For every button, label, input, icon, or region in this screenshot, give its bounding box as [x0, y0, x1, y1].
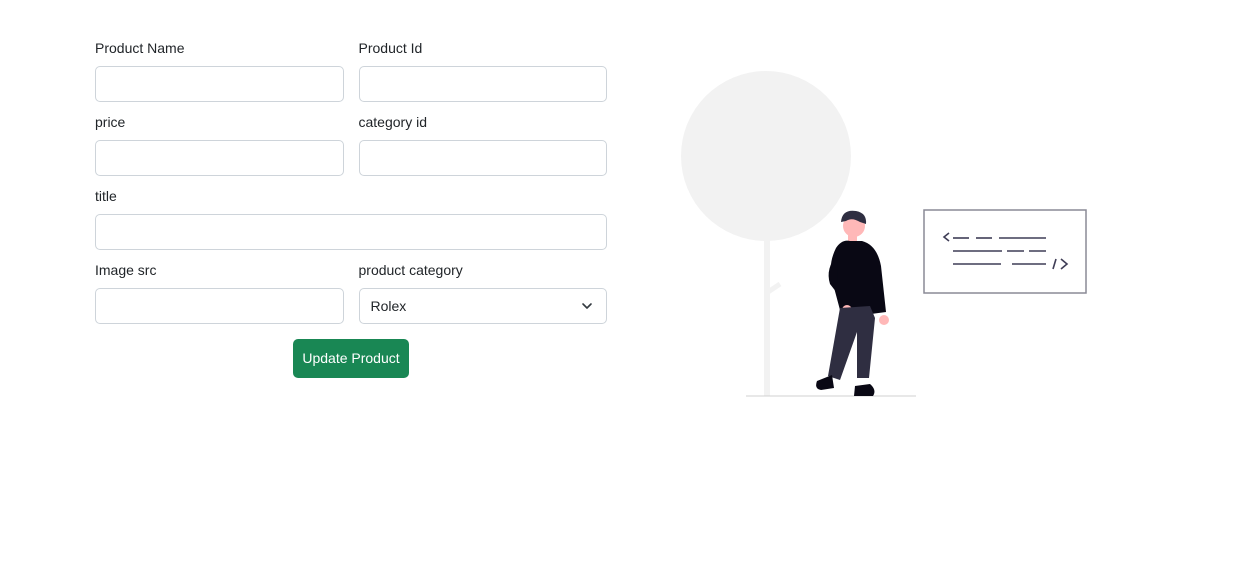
tree-canopy-shape: [681, 71, 851, 241]
category-id-input[interactable]: [358, 140, 607, 176]
title-input[interactable]: [95, 214, 607, 250]
product-category-label: product category: [358, 262, 463, 278]
code-board: [923, 209, 1087, 294]
update-product-button[interactable]: Update Product: [293, 339, 409, 378]
product-category-selected[interactable]: Rolex: [358, 288, 607, 324]
product-id-label: Product Id: [358, 40, 423, 56]
product-category-value: Rolex: [370, 298, 407, 314]
product-category-select[interactable]: Rolex: [358, 288, 607, 324]
product-name-label: Product Name: [95, 40, 185, 56]
person-with-code-board-illustration: [681, 71, 1087, 397]
chevron-down-icon: [582, 303, 592, 309]
tree-trunk-shape: [764, 230, 770, 396]
person-figure: [816, 210, 889, 396]
price-input[interactable]: [95, 140, 344, 176]
price-label: price: [95, 114, 126, 130]
product-id-input[interactable]: [358, 66, 607, 102]
image-src-label: Image src: [95, 262, 157, 278]
update-product-form: Product Name Product Id price category i…: [95, 38, 607, 378]
title-label: title: [95, 188, 117, 204]
product-name-input[interactable]: [95, 66, 344, 102]
image-src-input[interactable]: [95, 288, 344, 324]
category-id-label: category id: [358, 114, 427, 130]
